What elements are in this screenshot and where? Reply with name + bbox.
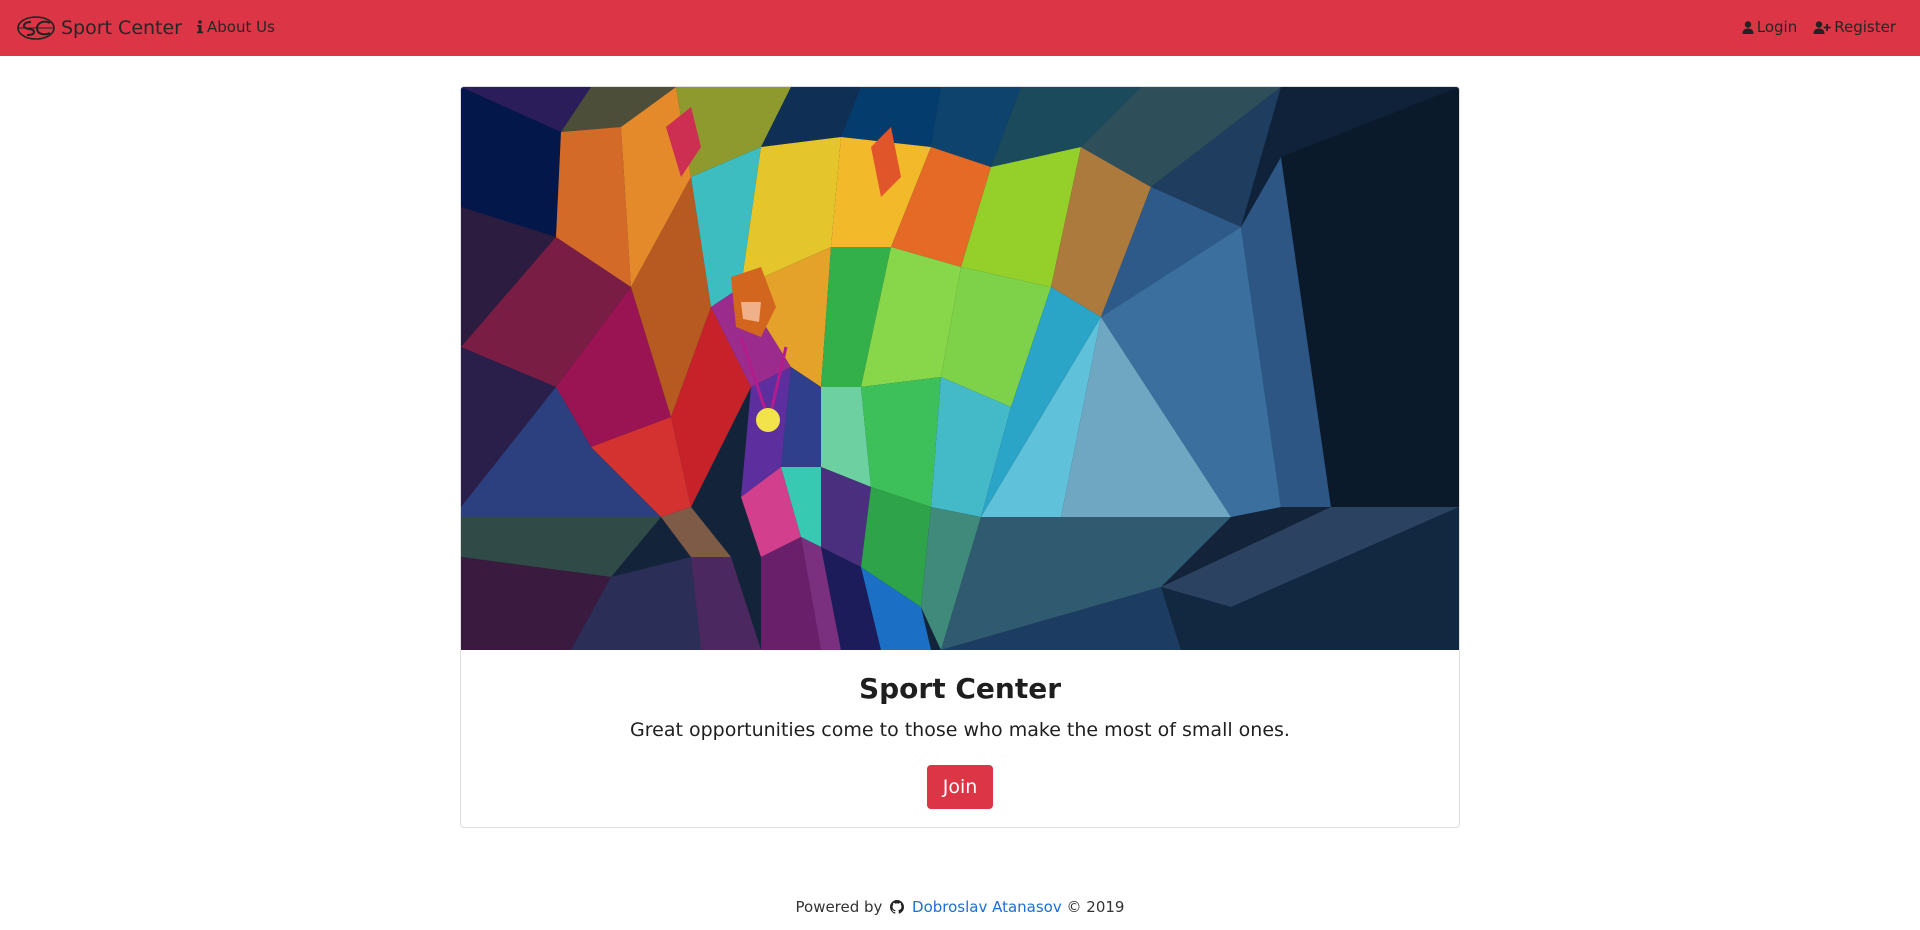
card-title: Sport Center xyxy=(858,672,1062,705)
brand-link[interactable]: Sport Center xyxy=(16,14,182,42)
info-icon xyxy=(197,20,203,34)
nav-register-label: Register xyxy=(1834,18,1896,36)
user-plus-icon xyxy=(1813,20,1831,34)
nav-about-label: About Us xyxy=(207,18,275,36)
hero-image xyxy=(461,87,1459,650)
welcome-card: Sport Center Great opportunities come to… xyxy=(460,86,1460,828)
footer: Powered by Dobroslav Atanasov © 2019 xyxy=(0,898,1920,916)
user-icon xyxy=(1742,20,1754,34)
card-tagline: Great opportunities come to those who ma… xyxy=(630,719,1290,741)
github-icon xyxy=(890,900,905,914)
brand-name: Sport Center xyxy=(61,17,182,39)
footer-copyright: © 2019 xyxy=(1066,898,1125,916)
top-navbar: Sport Center About Us Login Register xyxy=(0,0,1920,56)
nav-about-us[interactable]: About Us xyxy=(196,18,275,36)
nav-register[interactable]: Register xyxy=(1813,18,1896,36)
nav-login-label: Login xyxy=(1756,18,1798,36)
card-body: Sport Center Great opportunities come to… xyxy=(461,672,1459,809)
nav-right-group: Login Register xyxy=(1726,18,1896,36)
sc-logo-icon xyxy=(17,16,55,40)
footer-powered-by: Powered by xyxy=(795,898,883,916)
join-button[interactable]: Join xyxy=(926,765,994,809)
nav-login[interactable]: Login xyxy=(1742,18,1797,36)
footer-author-link[interactable]: Dobroslav Atanasov xyxy=(912,898,1062,916)
